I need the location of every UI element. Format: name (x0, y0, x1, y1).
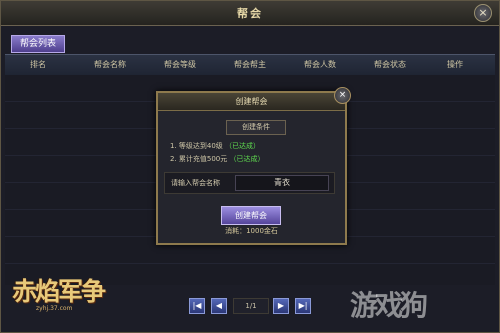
title-bar: 帮会 × (1, 1, 499, 26)
column-rank: 排名 (30, 60, 46, 69)
window-title: 帮会 (237, 7, 263, 20)
create-guild-button[interactable]: 创建帮会 (221, 206, 281, 225)
tab-guild-list[interactable]: 帮会列表 (11, 35, 65, 53)
column-guild-members: 帮会人数 (304, 60, 336, 69)
column-guild-name: 帮会名称 (94, 60, 126, 69)
create-guild-dialog: 创建帮会 × 创建条件 1. 等级达到40级 （已达成） 2. 累计充值500元… (156, 87, 351, 245)
watermark: 游戏狗 (350, 289, 428, 322)
column-guild-leader: 帮会帮主 (234, 60, 266, 69)
column-guild-status: 帮会状态 (374, 60, 406, 69)
row-divider (5, 263, 495, 264)
window-close-button[interactable]: × (474, 4, 492, 22)
logo-url: zyhj.37.com (36, 305, 73, 312)
next-page-button[interactable]: ▶ (273, 298, 289, 314)
column-guild-level: 帮会等级 (164, 60, 196, 69)
condition-status: （已达成） (225, 142, 261, 150)
guild-table-header: 排名 帮会名称 帮会等级 帮会帮主 帮会人数 帮会状态 操作 (5, 54, 495, 76)
prev-page-button[interactable]: ◀ (211, 298, 227, 314)
last-page-button[interactable]: ▶| (295, 298, 311, 314)
condition-text: 2. 累计充值500元 (170, 155, 228, 163)
guild-name-row: 请输入帮会名称 青衣 (164, 172, 335, 194)
game-logo: 赤焰军争 zyhj.37.com (12, 272, 112, 318)
guild-name-input[interactable]: 青衣 (235, 175, 329, 191)
creation-cost: 消耗：1000金石 (225, 227, 278, 235)
page-indicator: 1/1 (233, 298, 269, 314)
dialog-close-button[interactable]: × (334, 87, 351, 104)
logo-title: 赤焰军争 (12, 277, 106, 306)
condition-recharge: 2. 累计充值500元 （已达成） (170, 154, 265, 164)
dialog-title-bar: 创建帮会 (158, 93, 345, 111)
first-page-button[interactable]: |◀ (189, 298, 205, 314)
dialog-title: 创建帮会 (235, 97, 268, 106)
guild-name-label: 请输入帮会名称 (171, 179, 220, 187)
condition-status: （已达成） (229, 155, 265, 163)
condition-text: 1. 等级达到40级 (170, 142, 223, 150)
column-actions: 操作 (447, 60, 463, 69)
condition-level: 1. 等级达到40级 （已达成） (170, 141, 260, 151)
conditions-header: 创建条件 (226, 120, 286, 135)
